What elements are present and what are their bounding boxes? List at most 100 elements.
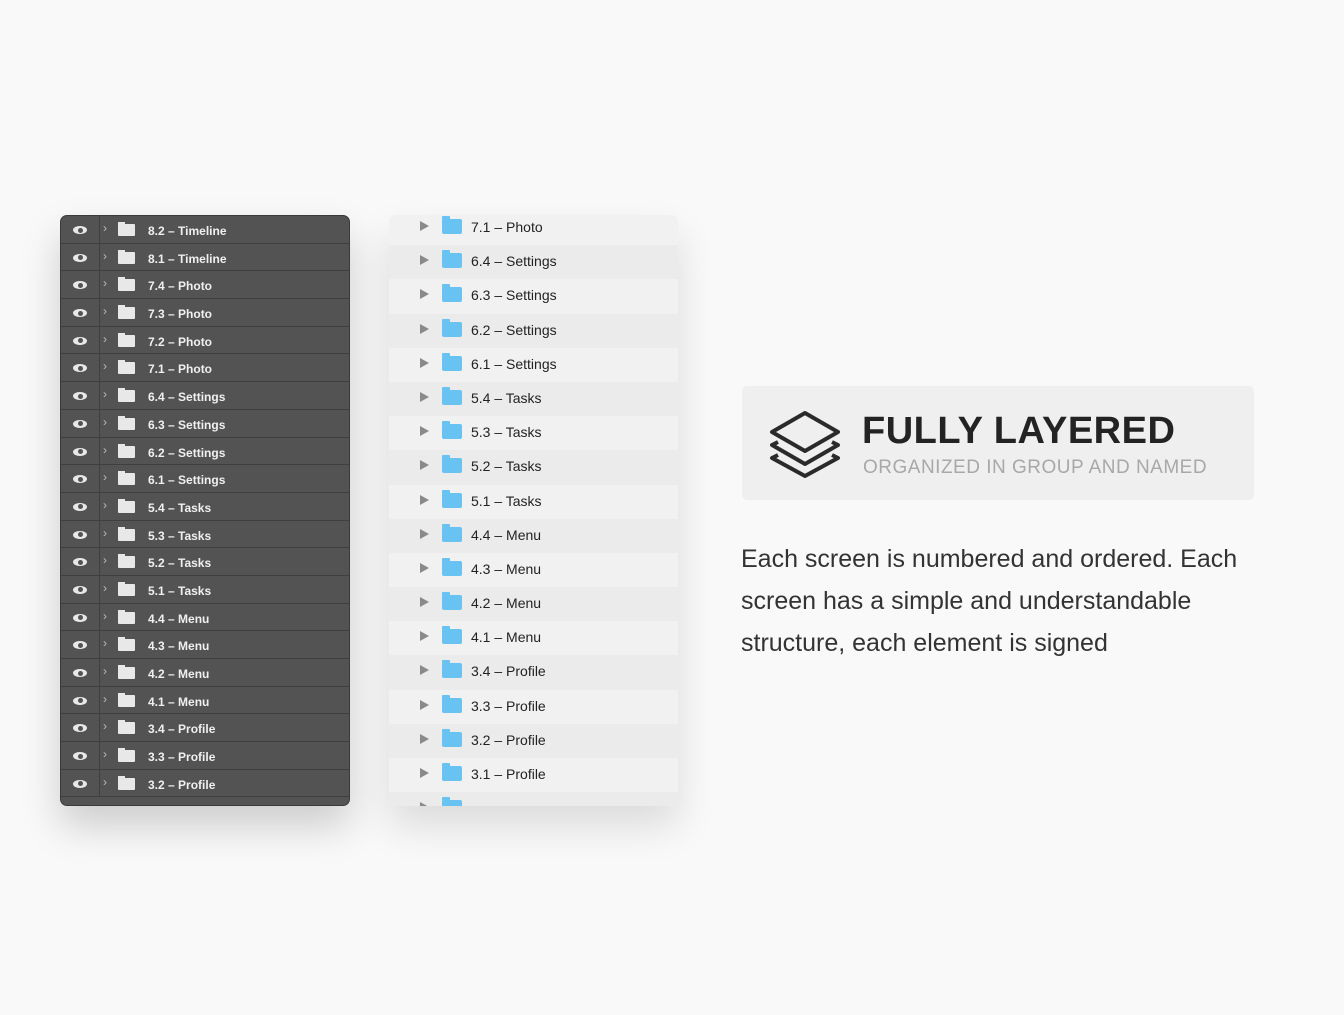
layer-row[interactable]: › 4.2 – Menu xyxy=(61,659,349,687)
visibility-toggle[interactable] xyxy=(61,603,100,631)
chevron-right-icon[interactable]: › xyxy=(103,359,107,373)
disclosure-triangle-icon[interactable] xyxy=(420,631,429,642)
chevron-right-icon[interactable]: › xyxy=(103,470,107,484)
layer-row[interactable]: › 4.4 – Menu xyxy=(61,603,349,632)
visibility-toggle[interactable] xyxy=(61,465,100,492)
folder-row[interactable]: 3.3 – Profile xyxy=(389,690,678,724)
folder-row[interactable]: 3.4 – Profile xyxy=(389,655,678,690)
disclosure-triangle-icon[interactable] xyxy=(420,768,429,778)
visibility-toggle[interactable] xyxy=(61,659,100,686)
folder-row[interactable]: 4.4 – Menu xyxy=(389,518,678,553)
chevron-right-icon[interactable]: › xyxy=(103,415,107,429)
layer-row[interactable]: › 3.3 – Profile xyxy=(61,742,349,770)
chevron-right-icon[interactable]: › xyxy=(103,526,107,540)
disclosure-triangle-icon[interactable] xyxy=(420,323,429,334)
visibility-toggle[interactable] xyxy=(61,382,100,409)
folder-row[interactable]: 3.2 – Profile xyxy=(389,723,678,758)
disclosure-triangle-icon[interactable] xyxy=(420,255,429,266)
disclosure-triangle-icon[interactable] xyxy=(420,665,429,676)
visibility-toggle[interactable] xyxy=(61,216,100,243)
chevron-right-icon[interactable]: › xyxy=(103,332,107,346)
layer-row[interactable]: › 7.4 – Photo xyxy=(61,271,349,300)
layer-row[interactable]: › 5.4 – Tasks xyxy=(61,492,349,521)
disclosure-triangle-icon[interactable] xyxy=(420,289,429,300)
folder-row[interactable]: 6.4 – Settings xyxy=(389,245,678,280)
visibility-toggle[interactable] xyxy=(61,575,100,603)
chevron-right-icon[interactable]: › xyxy=(103,609,107,623)
chevron-right-icon[interactable]: › xyxy=(103,221,107,235)
folder-row[interactable]: 7.1 – Photo xyxy=(389,215,678,245)
visibility-toggle[interactable] xyxy=(61,548,100,575)
visibility-toggle[interactable] xyxy=(61,299,100,326)
chevron-right-icon[interactable]: › xyxy=(103,553,107,567)
visibility-toggle[interactable] xyxy=(61,686,100,714)
disclosure-triangle-icon[interactable] xyxy=(420,357,429,368)
chevron-right-icon[interactable]: › xyxy=(103,443,107,457)
disclosure-triangle-icon[interactable] xyxy=(420,733,429,744)
folder-row[interactable] xyxy=(389,792,678,806)
visibility-toggle[interactable] xyxy=(61,409,100,437)
layer-row[interactable]: › 3.2 – Profile xyxy=(61,769,349,798)
chevron-right-icon[interactable]: › xyxy=(103,636,107,650)
folder-row[interactable]: 5.3 – Tasks xyxy=(389,416,678,450)
visibility-toggle[interactable] xyxy=(61,742,100,769)
chevron-right-icon[interactable]: › xyxy=(103,719,107,733)
layer-row[interactable]: › 4.3 – Menu xyxy=(61,631,349,659)
visibility-toggle[interactable] xyxy=(61,769,100,797)
layer-row[interactable]: › 5.1 – Tasks xyxy=(61,575,349,604)
folder-icon xyxy=(442,694,462,713)
visibility-toggle[interactable] xyxy=(61,631,100,658)
chevron-right-icon[interactable]: › xyxy=(103,249,107,263)
chevron-right-icon[interactable]: › xyxy=(103,387,107,401)
disclosure-triangle-icon[interactable] xyxy=(420,802,429,806)
folder-row[interactable]: 5.2 – Tasks xyxy=(389,450,678,485)
disclosure-triangle-icon[interactable] xyxy=(420,528,429,539)
visibility-toggle[interactable] xyxy=(61,492,100,520)
visibility-toggle[interactable] xyxy=(61,714,100,742)
folder-row[interactable]: 3.1 – Profile xyxy=(389,758,678,792)
visibility-toggle[interactable] xyxy=(61,326,100,354)
disclosure-triangle-icon[interactable] xyxy=(420,391,429,402)
disclosure-triangle-icon[interactable] xyxy=(420,494,429,505)
layer-row[interactable]: › 7.3 – Photo xyxy=(61,299,349,327)
layer-row[interactable]: › 4.1 – Menu xyxy=(61,686,349,715)
disclosure-triangle-icon[interactable] xyxy=(420,221,429,231)
chevron-right-icon[interactable]: › xyxy=(103,581,107,595)
disclosure-triangle-icon[interactable] xyxy=(420,460,429,471)
chevron-right-icon[interactable]: › xyxy=(103,276,107,290)
chevron-right-icon[interactable]: › xyxy=(103,692,107,706)
layer-row[interactable]: › 5.2 – Tasks xyxy=(61,548,349,576)
disclosure-triangle-icon[interactable] xyxy=(420,562,429,573)
chevron-right-icon[interactable]: › xyxy=(103,304,107,318)
folder-row[interactable]: 4.2 – Menu xyxy=(389,587,678,622)
layer-row[interactable]: › 7.1 – Photo xyxy=(61,354,349,383)
layer-row[interactable]: › 5.3 – Tasks xyxy=(61,520,349,549)
folder-row[interactable]: 4.1 – Menu xyxy=(389,621,678,655)
visibility-toggle[interactable] xyxy=(61,271,100,299)
folder-row[interactable]: 6.1 – Settings xyxy=(389,348,678,382)
layer-row[interactable]: › 6.2 – Settings xyxy=(61,437,349,466)
chevron-right-icon[interactable]: › xyxy=(103,775,107,789)
layer-row[interactable]: › 8.2 – Timeline xyxy=(61,216,349,244)
layer-row[interactable]: › 6.1 – Settings xyxy=(61,465,349,493)
folder-row[interactable]: 6.3 – Settings xyxy=(389,279,678,313)
visibility-toggle[interactable] xyxy=(61,243,100,271)
layer-row[interactable]: › 7.2 – Photo xyxy=(61,326,349,355)
chevron-right-icon[interactable]: › xyxy=(103,747,107,761)
folder-row[interactable]: 4.3 – Menu xyxy=(389,553,678,587)
layer-row[interactable]: › 3.4 – Profile xyxy=(61,714,349,743)
folder-row[interactable]: 5.1 – Tasks xyxy=(389,485,678,519)
disclosure-triangle-icon[interactable] xyxy=(420,597,429,608)
chevron-right-icon[interactable]: › xyxy=(103,664,107,678)
visibility-toggle[interactable] xyxy=(61,354,100,382)
visibility-toggle[interactable] xyxy=(61,520,100,548)
layer-row[interactable]: › 6.3 – Settings xyxy=(61,409,349,438)
folder-row[interactable]: 5.4 – Tasks xyxy=(389,381,678,417)
disclosure-triangle-icon[interactable] xyxy=(420,699,429,710)
disclosure-triangle-icon[interactable] xyxy=(420,426,429,437)
folder-row[interactable]: 6.2 – Settings xyxy=(389,313,678,348)
visibility-toggle[interactable] xyxy=(61,437,100,465)
chevron-right-icon[interactable]: › xyxy=(103,498,107,512)
layer-row[interactable]: › 8.1 – Timeline xyxy=(61,243,349,272)
layer-row[interactable]: › 6.4 – Settings xyxy=(61,382,349,410)
